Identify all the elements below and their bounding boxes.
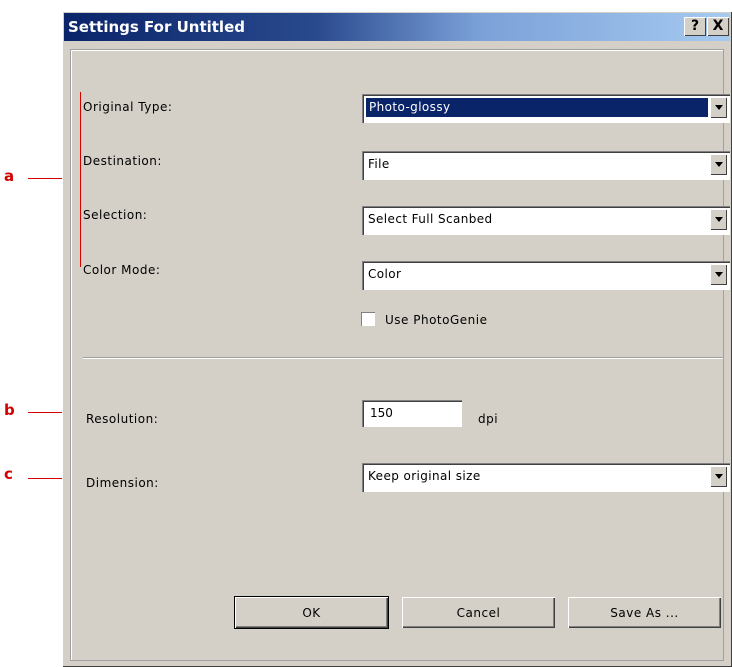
color-mode-label: Color Mode: — [83, 263, 161, 277]
resolution-label: Resolution: — [86, 412, 159, 426]
annotation-a-bracket — [80, 92, 81, 267]
help-button[interactable]: ? — [684, 17, 706, 36]
close-button[interactable]: X — [707, 17, 729, 36]
destination-dropdown[interactable]: File — [362, 151, 730, 180]
resolution-input[interactable]: 150 — [362, 400, 462, 427]
original-type-dropdown[interactable]: Photo-glossy — [362, 94, 730, 123]
ok-button[interactable]: OK — [235, 597, 388, 628]
color-mode-dropdown[interactable]: Color — [362, 261, 730, 290]
window-title: Settings For Untitled — [68, 18, 245, 36]
chevron-down-icon[interactable] — [710, 264, 727, 285]
chevron-down-icon[interactable] — [710, 466, 727, 487]
chevron-down-icon[interactable] — [710, 97, 727, 118]
destination-value: File — [368, 157, 390, 171]
chevron-down-icon[interactable] — [710, 154, 727, 175]
annotation-b: b — [4, 401, 15, 419]
close-icon: X — [712, 18, 724, 34]
annotation-a: a — [4, 167, 15, 185]
dimension-dropdown[interactable]: Keep original size — [362, 463, 730, 492]
selection-value: Select Full Scanbed — [368, 212, 493, 226]
original-type-value: Photo-glossy — [366, 98, 708, 117]
use-photogenie-checkbox[interactable] — [361, 312, 375, 326]
save-as-button[interactable]: Save As ... — [568, 597, 721, 628]
resolution-value: 150 — [370, 406, 393, 420]
dimension-label: Dimension: — [86, 476, 159, 490]
cancel-button[interactable]: Cancel — [402, 597, 555, 628]
dimension-value: Keep original size — [368, 469, 481, 483]
color-mode-value: Color — [368, 267, 402, 281]
chevron-down-icon[interactable] — [710, 209, 727, 230]
annotation-c: c — [4, 465, 13, 483]
original-type-label: Original Type: — [83, 100, 173, 114]
selection-label: Selection: — [83, 208, 148, 222]
settings-dialog: Settings For Untitled ? X Original Type:… — [62, 11, 732, 667]
use-photogenie-label[interactable]: Use PhotoGenie — [385, 313, 487, 327]
destination-label: Destination: — [83, 154, 162, 168]
selection-dropdown[interactable]: Select Full Scanbed — [362, 206, 730, 235]
help-icon: ? — [690, 18, 700, 34]
section-divider — [83, 357, 723, 359]
title-bar[interactable]: Settings For Untitled ? X — [64, 13, 730, 41]
resolution-unit: dpi — [478, 412, 499, 426]
settings-panel: Original Type: Photo-glossy Destination:… — [70, 49, 730, 661]
